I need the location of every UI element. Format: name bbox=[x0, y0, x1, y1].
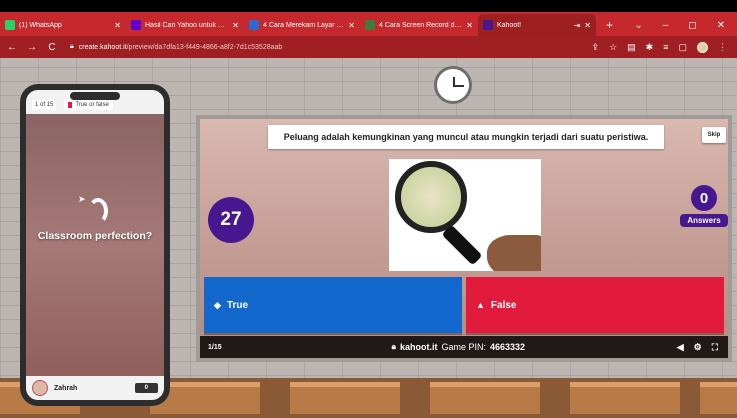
minimize-icon[interactable]: – bbox=[663, 20, 669, 31]
sidebar-icon[interactable]: ▢ bbox=[678, 42, 687, 53]
question-board: Peluang adalah kemungkinan yang muncul a… bbox=[196, 115, 732, 362]
game-pin-label: Game PIN: bbox=[441, 342, 486, 352]
tab-title: 4 Cara Merekam Layar Laptop bbox=[263, 21, 345, 29]
tab-title: (1) WhatsApp bbox=[19, 21, 62, 29]
answer-true-label: True bbox=[226, 299, 249, 311]
back-icon[interactable]: ← bbox=[4, 42, 20, 53]
close-icon[interactable]: ✕ bbox=[466, 21, 473, 30]
phone-header: 1 of 15 True or false bbox=[26, 90, 164, 114]
game-pin: 🔒︎ kahoot.it Game PIN: 4663332 bbox=[240, 342, 677, 352]
phone-screen: 1 of 15 True or false ➤ Classroom perfec… bbox=[26, 90, 164, 400]
answer-true-button[interactable]: ◆ True bbox=[204, 277, 462, 333]
extensions-icon[interactable]: ✱ bbox=[646, 42, 654, 53]
window-controls: ⌄ – ◻ ✕ bbox=[634, 14, 737, 36]
reading-list-icon[interactable]: ≡ bbox=[663, 42, 668, 53]
star-icon[interactable]: ☆ bbox=[609, 42, 617, 53]
desk bbox=[570, 382, 680, 414]
triangle-icon: ▲ bbox=[476, 300, 485, 310]
address-bar: ← → C 🔒︎ create.kahoot.it/preview/da7dfa… bbox=[0, 36, 737, 58]
close-icon[interactable]: ✕ bbox=[114, 21, 121, 30]
tab-title: 4 Cara Screen Record di Lapt bbox=[379, 21, 462, 29]
phone-background bbox=[26, 114, 164, 376]
toolbar-icons: ⇪ ☆ ▤ ✱ ≡ ▢ ⋮ bbox=[592, 41, 737, 53]
kahoot-preview-scene: Peluang adalah kemungkinan yang muncul a… bbox=[0, 58, 737, 418]
tab-search-icon[interactable]: ⌄ bbox=[634, 20, 642, 31]
forward-icon[interactable]: → bbox=[24, 42, 40, 53]
volume-icon[interactable]: ◀ bbox=[677, 342, 684, 353]
maximize-icon[interactable]: ◻ bbox=[688, 20, 696, 31]
tab-whatsapp[interactable]: (1) WhatsApp ✕ bbox=[0, 14, 126, 36]
settings-icon[interactable]: ⚙ bbox=[694, 342, 702, 353]
close-icon[interactable]: ✕ bbox=[348, 21, 355, 30]
loading-spinner-icon bbox=[88, 198, 108, 224]
question-text: Peluang adalah kemungkinan yang muncul a… bbox=[268, 125, 664, 149]
answers-counter: 0 Answers bbox=[680, 185, 728, 227]
lock-icon: 🔒︎ bbox=[391, 342, 396, 351]
new-tab-button[interactable]: + bbox=[596, 14, 623, 36]
desk bbox=[430, 382, 540, 414]
tab-kahoot[interactable]: Kahoot! ⇥ ✕ bbox=[478, 14, 596, 36]
wall-clock-icon bbox=[434, 66, 472, 104]
top-black-strip bbox=[0, 0, 737, 12]
browser-tab-bar: (1) WhatsApp ✕ Hasil Cari Yahoo untuk ca… bbox=[0, 12, 737, 36]
question-image bbox=[389, 159, 541, 271]
phone-status-text: Classroom perfection? bbox=[37, 230, 153, 242]
url-path: /preview/da7dfa13-f449-4866-a8f2-7d1c535… bbox=[126, 43, 283, 51]
player-name: Zahrah bbox=[54, 384, 78, 392]
share-icon[interactable]: ⇪ bbox=[592, 42, 600, 53]
pin-tab-icon[interactable]: ⇥ bbox=[574, 21, 581, 30]
tab-screen-record[interactable]: 4 Cara Screen Record di Lapt ✕ bbox=[360, 14, 478, 36]
answers-count: 0 bbox=[691, 185, 717, 211]
fullscreen-icon[interactable]: ⛶ bbox=[712, 342, 718, 353]
question-counter: 1 of 15 bbox=[32, 100, 57, 110]
lock-icon: 🔒︎ bbox=[70, 43, 74, 50]
tab-yahoo[interactable]: Hasil Cari Yahoo untuk cara r ✕ bbox=[126, 14, 244, 36]
answer-false-button[interactable]: ▲ False bbox=[466, 277, 724, 333]
skip-button[interactable]: Skip bbox=[702, 127, 726, 143]
player-bar: Zahrah 0 bbox=[26, 376, 164, 400]
kahoot-icon bbox=[483, 20, 493, 30]
answer-false-label: False bbox=[490, 299, 517, 311]
tab-title: Kahoot! bbox=[497, 21, 522, 29]
question-type-icon bbox=[68, 102, 73, 108]
menu-icon[interactable]: ⋮ bbox=[718, 42, 727, 53]
close-window-icon[interactable]: ✕ bbox=[717, 20, 725, 31]
player-phone-preview: 1 of 15 True or false ➤ Classroom perfec… bbox=[20, 84, 170, 406]
desk bbox=[290, 382, 400, 414]
site-favicon-icon bbox=[365, 20, 375, 30]
site-favicon-icon bbox=[249, 20, 259, 30]
countdown-timer: 27 bbox=[208, 197, 254, 243]
answers-label: Answers bbox=[680, 214, 728, 227]
question-type-label: True or false bbox=[75, 102, 109, 108]
game-bottom-bar: 1/15 🔒︎ kahoot.it Game PIN: 4663332 ◀ ⚙ … bbox=[200, 336, 728, 358]
desk bbox=[700, 382, 737, 414]
close-icon[interactable]: ✕ bbox=[232, 21, 239, 30]
site-name: kahoot.it bbox=[399, 342, 438, 352]
question-type: True or false bbox=[64, 100, 113, 110]
avatar bbox=[32, 380, 48, 396]
hand-image bbox=[487, 235, 541, 271]
game-pin-value: 4663332 bbox=[489, 342, 525, 352]
url-field[interactable]: 🔒︎ create.kahoot.it/preview/da7dfa13-f44… bbox=[70, 43, 592, 51]
question-progress: 1/15 bbox=[208, 343, 222, 351]
yahoo-icon bbox=[131, 20, 141, 30]
tab-merekam-layar[interactable]: 4 Cara Merekam Layar Laptop ✕ bbox=[244, 14, 360, 36]
magnifying-glass-icon bbox=[395, 161, 467, 233]
close-icon[interactable]: ✕ bbox=[584, 21, 591, 30]
mouse-cursor-icon: ➤ bbox=[78, 194, 86, 204]
tab-title: Hasil Cari Yahoo untuk cara r bbox=[145, 21, 229, 29]
diamond-icon: ◆ bbox=[214, 299, 221, 310]
document-icon[interactable]: ▤ bbox=[627, 42, 636, 53]
player-score: 0 bbox=[134, 383, 158, 393]
url-host: create.kahoot.it bbox=[78, 43, 127, 51]
reload-icon[interactable]: C bbox=[44, 42, 60, 53]
whatsapp-icon bbox=[5, 20, 15, 30]
profile-avatar-icon[interactable] bbox=[697, 41, 708, 53]
phone-notch bbox=[70, 92, 120, 100]
